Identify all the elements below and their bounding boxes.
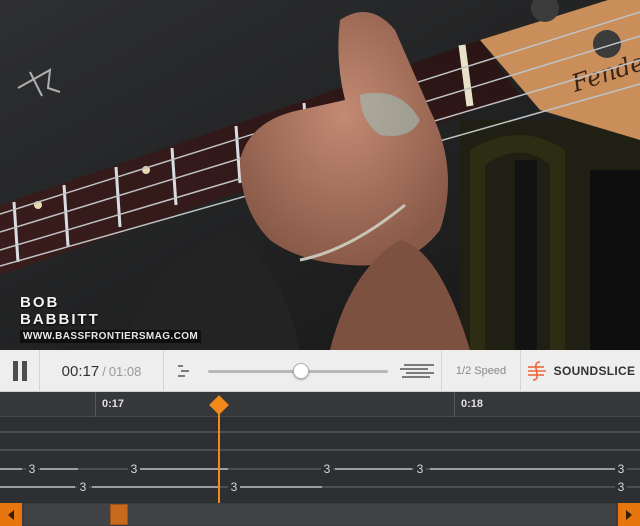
video-caption: BOB BABBITT WWW.BASSFRONTIERSMAG.COM [20, 294, 202, 343]
duration: 01:08 [108, 363, 142, 379]
timeline-marker-label: 0:18 [461, 398, 484, 410]
tab-note[interactable]: 3 [615, 480, 627, 494]
arrow-left-icon [8, 509, 14, 520]
caption-url: WWW.BASSFRONTIERSMAG.COM [20, 330, 202, 343]
arrow-right-icon [626, 509, 632, 520]
playhead[interactable] [218, 402, 220, 503]
soundslice-logo-icon [526, 360, 548, 382]
soundslice-brand-link[interactable]: SOUNDSLICE [521, 350, 640, 392]
timeline-ruler[interactable]: 0:17 0:18 [0, 392, 640, 417]
speed-slider-handle[interactable] [293, 363, 309, 379]
tab-scrollbar[interactable] [0, 503, 640, 526]
brand-label: SOUNDSLICE [553, 364, 636, 378]
pause-icon [11, 361, 29, 381]
tab-note[interactable]: 3 [26, 462, 38, 476]
scroll-right-button[interactable] [618, 503, 640, 526]
pause-button[interactable] [0, 350, 40, 392]
current-time: 00:17 [61, 362, 100, 380]
tab-note[interactable]: 3 [77, 480, 89, 494]
tab-note[interactable]: 3 [615, 462, 627, 476]
fast-speed-icon[interactable] [400, 350, 434, 392]
video-frame[interactable]: Fender [0, 0, 640, 350]
caption-last-name: BABBITT [20, 311, 100, 328]
soundslice-player: Fender [0, 0, 640, 526]
caption-first-name: BOB [20, 294, 60, 311]
tab-note[interactable]: 3 [228, 480, 240, 494]
tab-staff: 3 3 3 3 3 3 3 3 [0, 417, 640, 503]
time-separator: / [102, 363, 106, 379]
time-display: 00:17 / 01:08 [40, 350, 164, 392]
timeline-tick [95, 392, 96, 417]
timeline-marker-label: 0:17 [102, 398, 125, 410]
scroll-thumb[interactable] [110, 504, 128, 525]
speed-button[interactable]: 1/2 Speed [441, 350, 521, 392]
player-controls: 00:17 / 01:08 1/2 Speed SOUNDSLICE [0, 350, 640, 392]
tab-note[interactable]: 3 [321, 462, 333, 476]
slow-speed-icon[interactable] [178, 350, 192, 392]
tab-note[interactable]: 3 [128, 462, 140, 476]
tab-note[interactable]: 3 [414, 462, 426, 476]
timeline-tick [454, 392, 455, 417]
scroll-left-button[interactable] [0, 503, 22, 526]
